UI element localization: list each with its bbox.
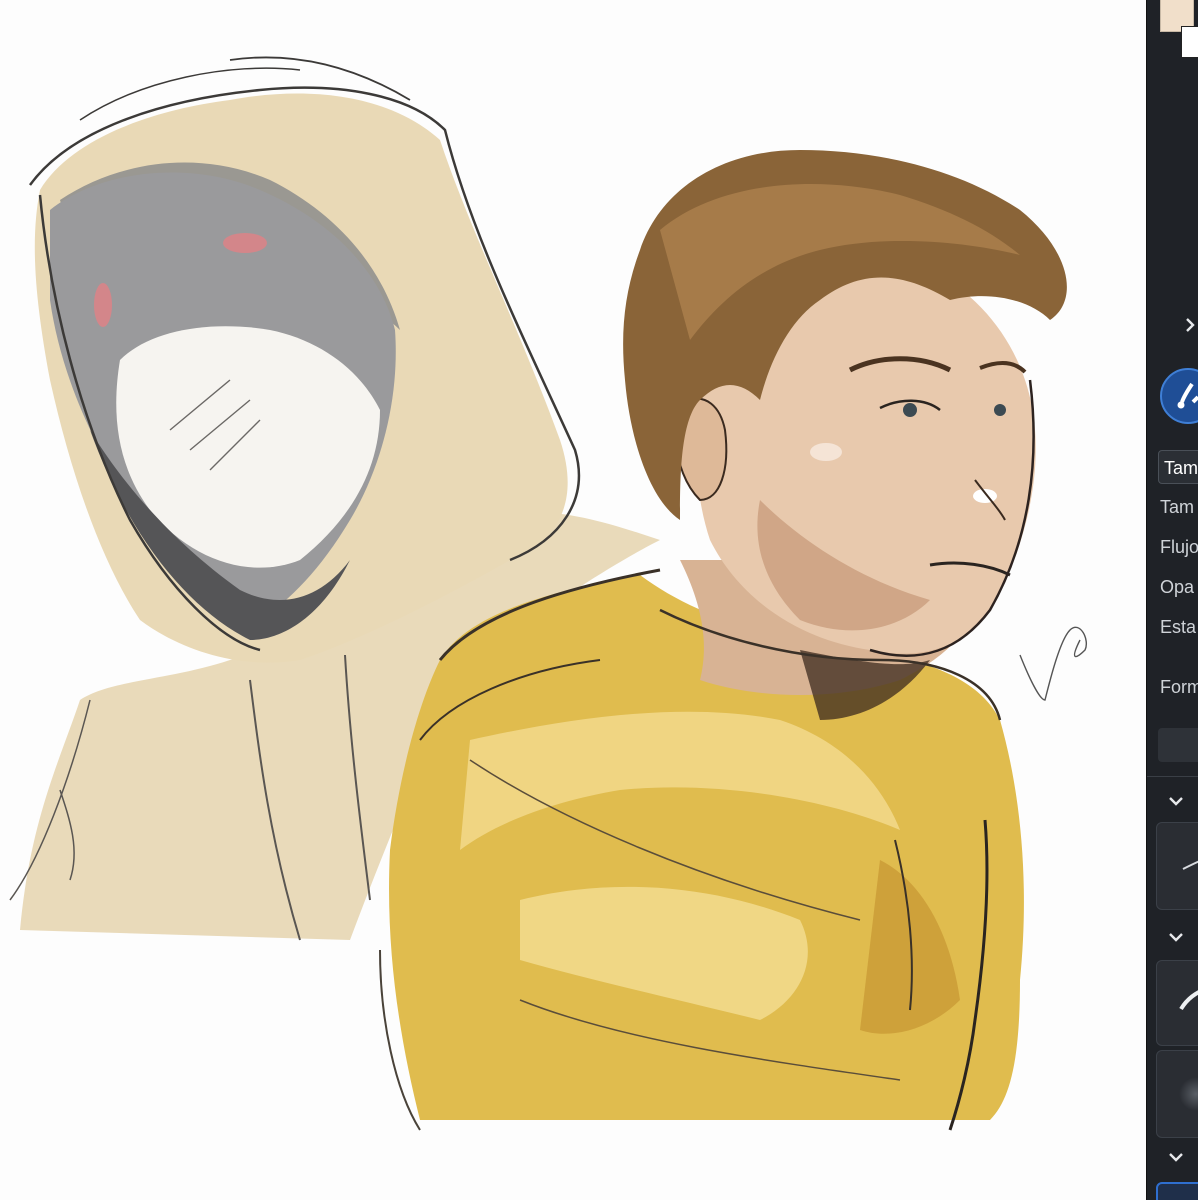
drawing-canvas[interactable] xyxy=(0,0,1146,1200)
brush-settings-panel: Tam Tam Flujo Opa Esta Form xyxy=(1146,0,1198,1200)
flow-label: Flujo xyxy=(1160,537,1198,557)
brush-preset-3[interactable] xyxy=(1156,1050,1198,1138)
artwork xyxy=(9,56,1087,1131)
panel-button[interactable] xyxy=(1158,728,1198,762)
brush-preset-2[interactable] xyxy=(1156,960,1198,1046)
shape-label: Form xyxy=(1160,677,1198,697)
chevron-right-icon[interactable] xyxy=(1181,316,1198,334)
brush-tool-icon xyxy=(1177,382,1198,409)
chevron-down-icon[interactable] xyxy=(1167,928,1185,946)
brush-tool-button[interactable] xyxy=(1160,368,1198,424)
brush-preset-1[interactable] xyxy=(1156,822,1198,910)
chevron-down-icon[interactable] xyxy=(1167,1148,1185,1166)
brush-size-field[interactable]: Tam xyxy=(1158,450,1198,484)
opacity-label: Opa xyxy=(1160,577,1195,597)
signature-scribble xyxy=(1019,626,1087,701)
brush-texture-preview xyxy=(1179,1077,1198,1111)
chevron-down-icon[interactable] xyxy=(1167,792,1185,810)
stabilizer-label: Esta xyxy=(1160,617,1197,637)
brush-stroke-preview-icon xyxy=(1179,990,1198,1011)
secondary-color-swatch[interactable] xyxy=(1181,26,1198,58)
active-preset-highlight[interactable] xyxy=(1156,1182,1198,1200)
size-label: Tam xyxy=(1160,497,1195,517)
divider xyxy=(1147,776,1198,777)
brush-stroke-preview-icon xyxy=(1182,860,1198,870)
